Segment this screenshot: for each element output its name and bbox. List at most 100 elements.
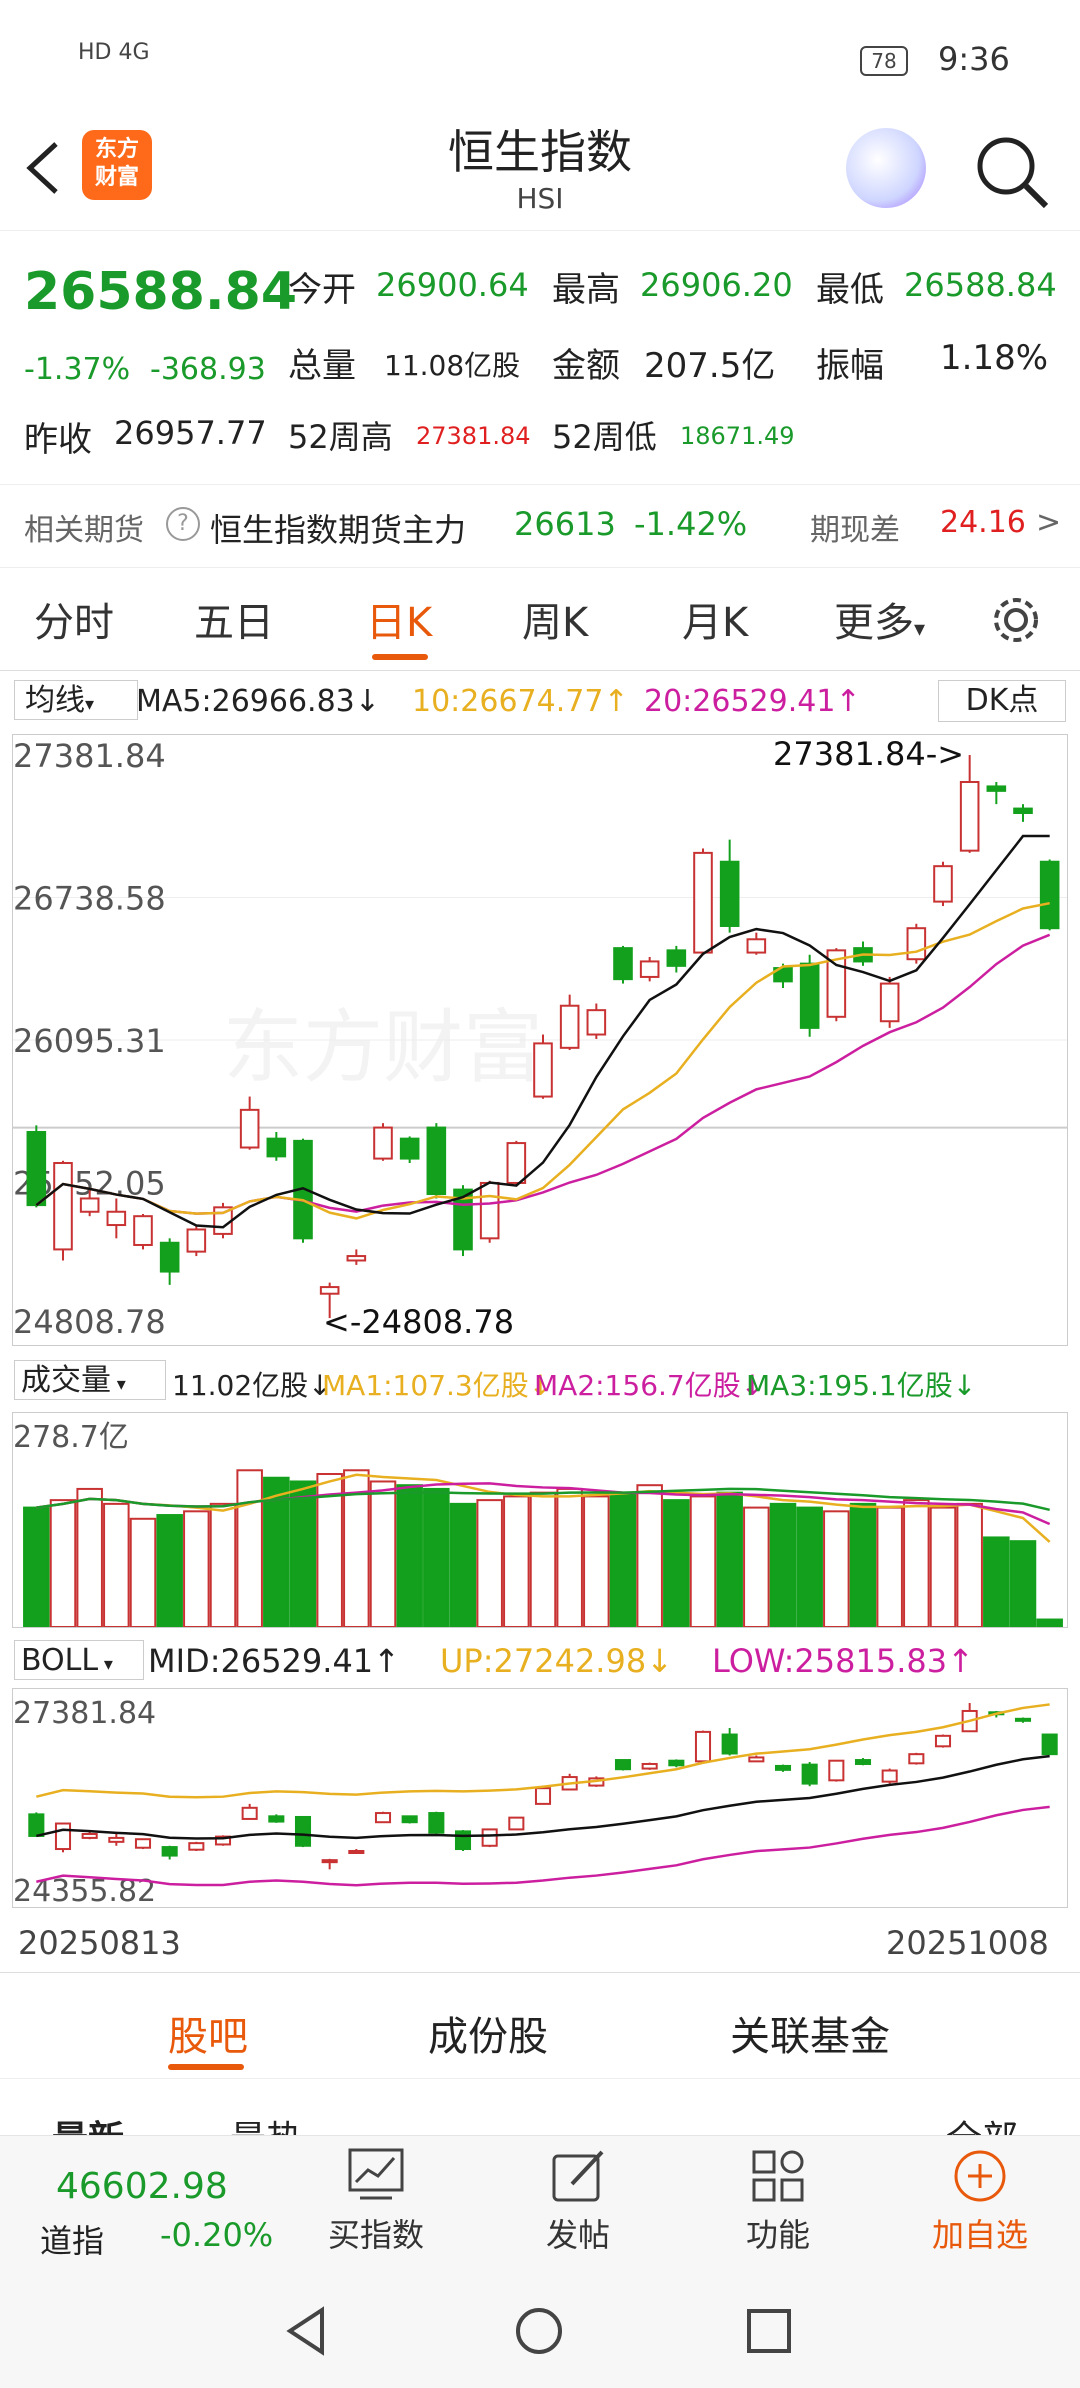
subtab-indicator xyxy=(168,2064,244,2070)
candle xyxy=(426,1126,447,1196)
date-start: 20250813 xyxy=(18,1924,181,1962)
volume-bar xyxy=(423,1487,450,1627)
clock: 9:36 xyxy=(938,40,1010,78)
candle xyxy=(614,1759,632,1771)
volume-bar xyxy=(769,1502,797,1627)
ma5-legend: MA5:26966.83↓ xyxy=(136,684,380,719)
volume-legend: 11.02亿股↓ xyxy=(172,1369,332,1402)
volume-bar xyxy=(76,1487,103,1627)
tab-monthly-k[interactable]: 月K xyxy=(682,590,748,648)
tab-weekly-k[interactable]: 周K xyxy=(522,590,588,648)
volume-bar xyxy=(796,1506,823,1627)
tab-intraday[interactable]: 分时 xyxy=(34,590,114,648)
volume-bar xyxy=(929,1506,957,1627)
candle xyxy=(186,1228,207,1253)
volume-chart[interactable]: 278.7亿 xyxy=(12,1412,1068,1628)
candle xyxy=(159,1241,180,1273)
tab-5day[interactable]: 五日 xyxy=(194,590,274,648)
amplitude-value: 1.18% xyxy=(940,338,1049,378)
candle xyxy=(828,1759,845,1782)
candle xyxy=(719,860,740,927)
volume-bar xyxy=(476,1499,503,1627)
tab-constituents[interactable]: 成份股 xyxy=(428,2004,548,2062)
date-end: 20251008 xyxy=(886,1924,1049,1962)
divider xyxy=(0,670,1080,671)
candle xyxy=(1039,860,1060,930)
volume-bar xyxy=(369,1480,397,1627)
candle xyxy=(801,1763,818,1785)
dow-name: 道指 xyxy=(40,2222,105,2260)
tab-related-funds[interactable]: 关联基金 xyxy=(730,2004,890,2062)
candle xyxy=(266,1137,287,1158)
futures-row[interactable]: 相关期货 ? 恒生指数期货主力 26613 -1.42% 期现差 24.16 > xyxy=(0,484,1080,568)
low-label: 最低 xyxy=(816,270,884,310)
low-annotation: <-24808.78 xyxy=(323,1303,514,1341)
chevron-right-icon: > xyxy=(1036,505,1062,540)
volume-bar xyxy=(849,1502,877,1627)
basis-label: 期现差 xyxy=(810,513,900,548)
add-circle-icon xyxy=(954,2150,1006,2202)
boll-select[interactable]: BOLL ▾ xyxy=(14,1640,144,1680)
y-axis-label: 26738.58 xyxy=(13,879,166,917)
candle xyxy=(639,960,660,978)
dow-value[interactable]: 46602.98 xyxy=(56,2166,228,2207)
home-circle-icon[interactable] xyxy=(514,2306,564,2356)
recents-square-icon[interactable] xyxy=(744,2306,794,2356)
nav-functions[interactable]: 功能 xyxy=(708,2136,848,2256)
candle xyxy=(959,780,980,852)
volume-bar xyxy=(743,1506,770,1627)
volume-bar xyxy=(449,1502,477,1627)
tab-more[interactable]: 更多▾ xyxy=(834,590,925,648)
tab-daily-k[interactable]: 日K xyxy=(366,590,432,648)
candle xyxy=(693,851,713,954)
dk-point-button[interactable]: DK点 xyxy=(938,680,1066,722)
nav-buy-index[interactable]: 买指数 xyxy=(306,2136,446,2256)
gear-icon[interactable] xyxy=(990,594,1042,646)
dow-pct: -0.20% xyxy=(160,2216,274,2254)
current-price: 26588.84 xyxy=(24,262,298,322)
volume-bar xyxy=(183,1510,210,1627)
candle xyxy=(774,1764,792,1771)
nav-add-watchlist[interactable]: 加自选 xyxy=(910,2136,1050,2256)
prev-close-value: 26957.77 xyxy=(114,414,267,452)
candle xyxy=(908,1753,925,1765)
tab-indicator xyxy=(372,654,428,660)
candle xyxy=(133,1215,153,1246)
y-axis-label: 24808.78 xyxy=(13,1303,166,1341)
prev-close-label: 昨收 xyxy=(24,420,92,460)
ma-select[interactable]: 均线▾ xyxy=(14,680,138,720)
candle xyxy=(506,1142,527,1184)
battery-level: 78 xyxy=(871,49,897,73)
candle xyxy=(668,1759,685,1767)
candle xyxy=(399,1137,420,1160)
vol-ma3-legend: MA3:195.1亿股↓ xyxy=(746,1369,977,1402)
back-triangle-icon[interactable] xyxy=(282,2306,332,2356)
candle xyxy=(53,1162,73,1251)
volume-bar xyxy=(103,1502,130,1627)
nav-post[interactable]: 发帖 xyxy=(508,2136,648,2256)
search-icon[interactable] xyxy=(972,132,1052,212)
52w-low-value: 18671.49 xyxy=(680,422,795,450)
candle xyxy=(479,1181,500,1240)
volume-bar xyxy=(396,1484,423,1627)
y-axis-label: 27381.84 xyxy=(13,1696,156,1731)
ma10-legend: 10:26674.77↑ xyxy=(412,684,629,719)
candle xyxy=(613,947,633,981)
battery-icon: 78 xyxy=(860,46,908,76)
volume-bar xyxy=(289,1480,317,1627)
volume-bar xyxy=(1036,1618,1063,1627)
volume-bar xyxy=(663,1499,690,1627)
candle xyxy=(79,1197,100,1213)
tab-stock-forum[interactable]: 股吧 xyxy=(168,2004,248,2062)
volume-label: 总量 xyxy=(288,346,356,386)
candle xyxy=(534,1787,552,1805)
boll-chart[interactable]: 27381.8424355.82 xyxy=(12,1688,1068,1908)
assistant-avatar-icon[interactable] xyxy=(846,128,926,208)
candle xyxy=(26,1131,47,1207)
basis-value: 24.16 xyxy=(940,505,1026,540)
help-icon[interactable]: ? xyxy=(166,507,200,541)
volume-select[interactable]: 成交量 ▾ xyxy=(14,1360,166,1400)
divider xyxy=(0,1972,1080,1973)
candle xyxy=(879,982,900,1023)
kline-chart[interactable]: 东方财富27381.8426738.5826095.3125452.052480… xyxy=(12,734,1068,1346)
